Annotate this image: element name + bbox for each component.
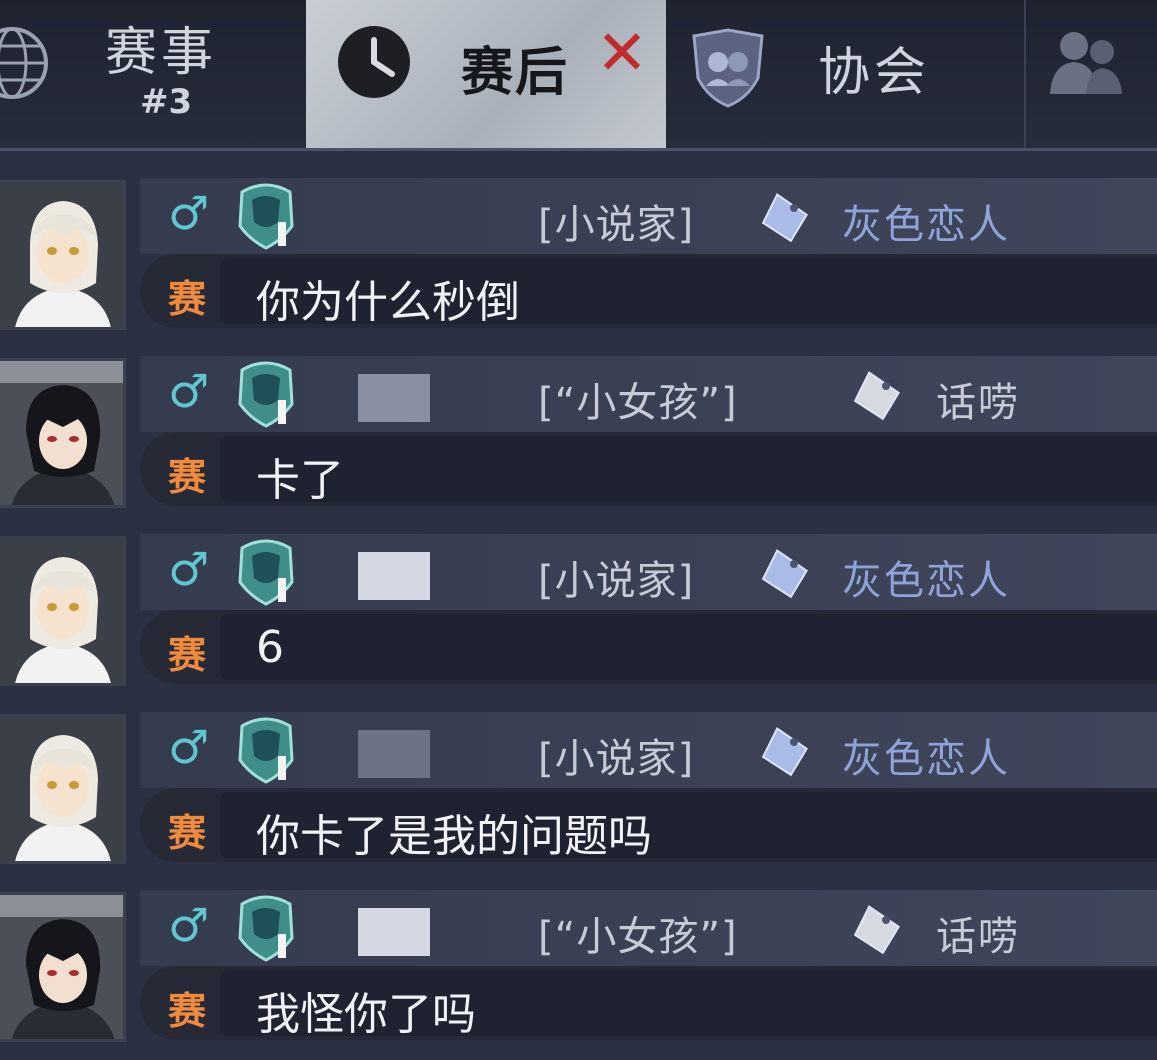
message-item: ♂ [“小女孩”] 话唠 赛 卡了 bbox=[0, 328, 1157, 508]
tab-events-count: #3 bbox=[140, 82, 193, 122]
people-icon bbox=[1050, 32, 1122, 94]
player-tag-label: 灰色恋人 bbox=[842, 736, 1010, 782]
avatar[interactable] bbox=[0, 892, 126, 1042]
close-icon[interactable]: ✕ bbox=[596, 22, 648, 84]
avatar[interactable] bbox=[0, 180, 126, 330]
tab-friends[interactable] bbox=[1024, 0, 1157, 148]
player-title: [小说家] bbox=[538, 558, 695, 604]
gender-male-icon: ♂ bbox=[168, 364, 210, 418]
redacted-name bbox=[358, 730, 430, 778]
tag-icon bbox=[761, 193, 808, 243]
tab-association[interactable]: 协会 bbox=[672, 0, 1018, 148]
tab-events-label: 赛事 bbox=[105, 23, 218, 83]
tag-icon bbox=[761, 549, 808, 599]
avatar[interactable] bbox=[0, 714, 126, 864]
message-item: ♂ [小说家] 灰色恋人 赛 你卡了是我的问题吗 bbox=[0, 684, 1157, 864]
rank-badge-icon bbox=[238, 895, 294, 962]
player-title: [小说家] bbox=[538, 736, 695, 782]
tab-association-label: 协会 bbox=[818, 43, 931, 103]
message-item: ♂ [小说家] 灰色恋人 赛 你为什么秒倒 bbox=[0, 150, 1157, 330]
tab-post-match[interactable]: 赛后 ✕ bbox=[306, 0, 666, 148]
player-title: [小说家] bbox=[538, 202, 695, 248]
redacted-name bbox=[358, 552, 430, 600]
message-text: 我怪你了吗 bbox=[256, 989, 476, 1040]
player-tag-label: 话唠 bbox=[936, 914, 1020, 960]
tag-icon bbox=[761, 727, 808, 777]
message-item: ♂ [“小女孩”] 话唠 赛 我怪你了吗 bbox=[0, 862, 1157, 1042]
gender-male-icon: ♂ bbox=[168, 720, 210, 774]
player-tag-label: 话唠 bbox=[936, 380, 1020, 426]
gender-male-icon: ♂ bbox=[168, 542, 210, 596]
rank-badge-icon bbox=[238, 539, 294, 606]
tag-icon bbox=[853, 371, 900, 421]
shield-icon bbox=[692, 28, 764, 108]
rank-badge-icon bbox=[238, 361, 294, 428]
player-tag-label: 灰色恋人 bbox=[842, 202, 1010, 248]
player-tag-label: 灰色恋人 bbox=[842, 558, 1010, 604]
message-bubble: 赛 我怪你了吗 bbox=[140, 966, 1157, 1040]
gender-male-icon: ♂ bbox=[168, 898, 210, 952]
redacted-name bbox=[358, 374, 430, 422]
player-info-row: ♂ [小说家] 灰色恋人 bbox=[140, 534, 1157, 610]
match-channel-badge: 赛 bbox=[168, 633, 207, 677]
avatar[interactable] bbox=[0, 536, 126, 686]
globe-icon bbox=[0, 27, 48, 99]
message-bubble: 赛 你为什么秒倒 bbox=[140, 254, 1157, 328]
match-channel-badge: 赛 bbox=[168, 811, 207, 855]
message-text: 卡了 bbox=[256, 455, 344, 506]
player-info-row: ♂ [“小女孩”] 话唠 bbox=[140, 356, 1157, 432]
player-title: [“小女孩”] bbox=[538, 914, 738, 960]
player-title: [“小女孩”] bbox=[538, 380, 738, 426]
avatar[interactable] bbox=[0, 358, 126, 508]
player-info-row: ♂ [小说家] 灰色恋人 bbox=[140, 178, 1157, 254]
gender-male-icon: ♂ bbox=[168, 186, 210, 240]
match-channel-badge: 赛 bbox=[168, 455, 207, 499]
message-text: 你卡了是我的问题吗 bbox=[256, 811, 652, 862]
message-bubble: 赛 你卡了是我的问题吗 bbox=[140, 788, 1157, 862]
message-text: 6 bbox=[256, 622, 284, 673]
message-bubble: 赛 卡了 bbox=[140, 432, 1157, 506]
rank-badge-icon bbox=[238, 717, 294, 784]
message-item: ♂ [小说家] 灰色恋人 赛 6 bbox=[0, 506, 1157, 686]
player-info-row: ♂ [小说家] 灰色恋人 bbox=[140, 712, 1157, 788]
tab-events[interactable]: 赛事 #3 bbox=[0, 0, 300, 148]
message-bubble: 赛 6 bbox=[140, 610, 1157, 684]
player-info-row: ♂ [“小女孩”] 话唠 bbox=[140, 890, 1157, 966]
rank-badge-icon bbox=[238, 183, 294, 250]
clock-icon bbox=[338, 26, 410, 98]
message-text: 你为什么秒倒 bbox=[256, 277, 520, 328]
redacted-name bbox=[358, 908, 430, 956]
match-channel-badge: 赛 bbox=[168, 989, 207, 1033]
tab-post-match-label: 赛后 bbox=[461, 43, 570, 103]
tab-bar: 赛事 #3 赛后 ✕ 协会 bbox=[0, 0, 1157, 151]
tag-icon bbox=[853, 905, 900, 955]
match-channel-badge: 赛 bbox=[168, 277, 207, 321]
